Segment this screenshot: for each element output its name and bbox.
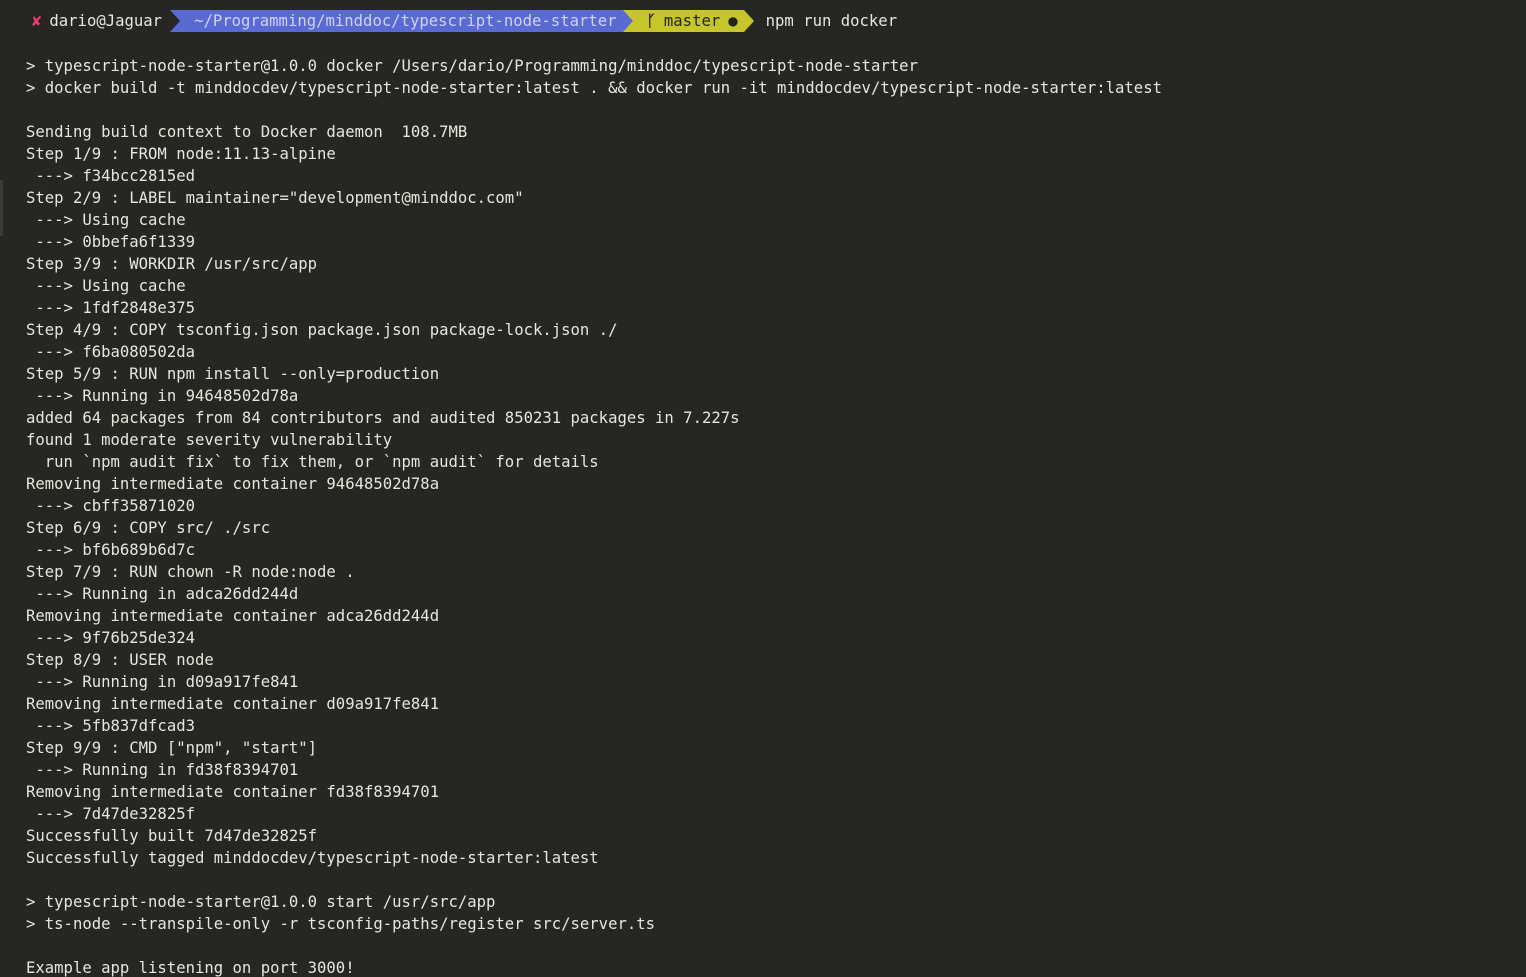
output-line: > typescript-node-starter@1.0.0 start /u… bbox=[26, 893, 496, 911]
git-branch-icon: ᚴ bbox=[646, 12, 656, 30]
output-line: ---> f6ba080502da bbox=[26, 343, 195, 361]
error-status-icon: ✘ bbox=[32, 12, 42, 30]
prompt-separator-icon bbox=[170, 10, 181, 32]
output-line: ---> Running in fd38f8394701 bbox=[26, 761, 299, 779]
output-line: ---> 0bbefa6f1339 bbox=[26, 233, 195, 251]
user-host: dario@Jaguar bbox=[49, 12, 163, 30]
output-line: Step 4/9 : COPY tsconfig.json package.js… bbox=[26, 321, 618, 339]
output-line: ---> Running in adca26dd244d bbox=[26, 585, 299, 603]
output-line: added 64 packages from 84 contributors a… bbox=[26, 409, 740, 427]
output-line: ---> Running in d09a917fe841 bbox=[26, 673, 299, 691]
prompt-separator-icon bbox=[743, 10, 754, 32]
shell-prompt: ✘ dario@Jaguar ~/Programming/minddoc/typ… bbox=[26, 10, 897, 32]
output-line: Step 6/9 : COPY src/ ./src bbox=[26, 519, 271, 537]
prompt-path-segment: ~/Programming/minddoc/typescript-node-st… bbox=[180, 10, 623, 32]
output-line: Successfully built 7d47de32825f bbox=[26, 827, 318, 845]
output-line: found 1 moderate severity vulnerability bbox=[26, 431, 393, 449]
output-line: Example app listening on port 3000! bbox=[26, 959, 355, 977]
output-line: Step 5/9 : RUN npm install --only=produc… bbox=[26, 365, 440, 383]
output-line: ---> bf6b689b6d7c bbox=[26, 541, 195, 559]
output-line: Step 9/9 : CMD ["npm", "start"] bbox=[26, 739, 318, 757]
output-line: run `npm audit fix` to fix them, or `npm… bbox=[26, 453, 599, 471]
entered-command[interactable]: npm run docker bbox=[754, 12, 897, 30]
scrollbar-marker bbox=[0, 180, 3, 236]
output-line: Step 7/9 : RUN chown -R node:node . bbox=[26, 563, 355, 581]
output-line: ---> 1fdf2848e375 bbox=[26, 299, 195, 317]
prompt-user-segment: ✘ dario@Jaguar bbox=[26, 10, 171, 32]
terminal-window[interactable]: ✘ dario@Jaguar ~/Programming/minddoc/typ… bbox=[0, 0, 1526, 977]
output-line: Step 3/9 : WORKDIR /usr/src/app bbox=[26, 255, 318, 273]
prompt-separator-icon bbox=[622, 10, 633, 32]
output-line: Step 2/9 : LABEL maintainer="development… bbox=[26, 189, 524, 207]
output-line: Sending build context to Docker daemon 1… bbox=[26, 123, 468, 141]
output-line: ---> 9f76b25de324 bbox=[26, 629, 195, 647]
output-line: Step 1/9 : FROM node:11.13-alpine bbox=[26, 145, 336, 163]
output-line: Removing intermediate container fd38f839… bbox=[26, 783, 440, 801]
output-line: Successfully tagged minddocdev/typescrip… bbox=[26, 849, 599, 867]
output-line: Step 8/9 : USER node bbox=[26, 651, 214, 669]
output-line: Removing intermediate container adca26dd… bbox=[26, 607, 440, 625]
output-line: Removing intermediate container d09a917f… bbox=[26, 695, 440, 713]
current-path: ~/Programming/minddoc/typescript-node-st… bbox=[194, 12, 617, 30]
output-line: ---> cbff35871020 bbox=[26, 497, 195, 515]
output-line: ---> Running in 94648502d78a bbox=[26, 387, 299, 405]
terminal-output: > typescript-node-starter@1.0.0 docker /… bbox=[26, 55, 1516, 977]
git-branch: master bbox=[663, 12, 721, 30]
prompt-git-segment: ᚴ master ● bbox=[632, 10, 744, 32]
output-line: ---> 5fb837dfcad3 bbox=[26, 717, 195, 735]
git-dirty-icon: ● bbox=[728, 12, 738, 30]
output-line: ---> f34bcc2815ed bbox=[26, 167, 195, 185]
output-line: ---> Using cache bbox=[26, 211, 186, 229]
output-line: > docker build -t minddocdev/typescript-… bbox=[26, 79, 1162, 97]
output-line: > ts-node --transpile-only -r tsconfig-p… bbox=[26, 915, 656, 933]
output-line: ---> Using cache bbox=[26, 277, 186, 295]
output-line: > typescript-node-starter@1.0.0 docker /… bbox=[26, 57, 918, 75]
output-line: ---> 7d47de32825f bbox=[26, 805, 195, 823]
output-line: Removing intermediate container 94648502… bbox=[26, 475, 440, 493]
